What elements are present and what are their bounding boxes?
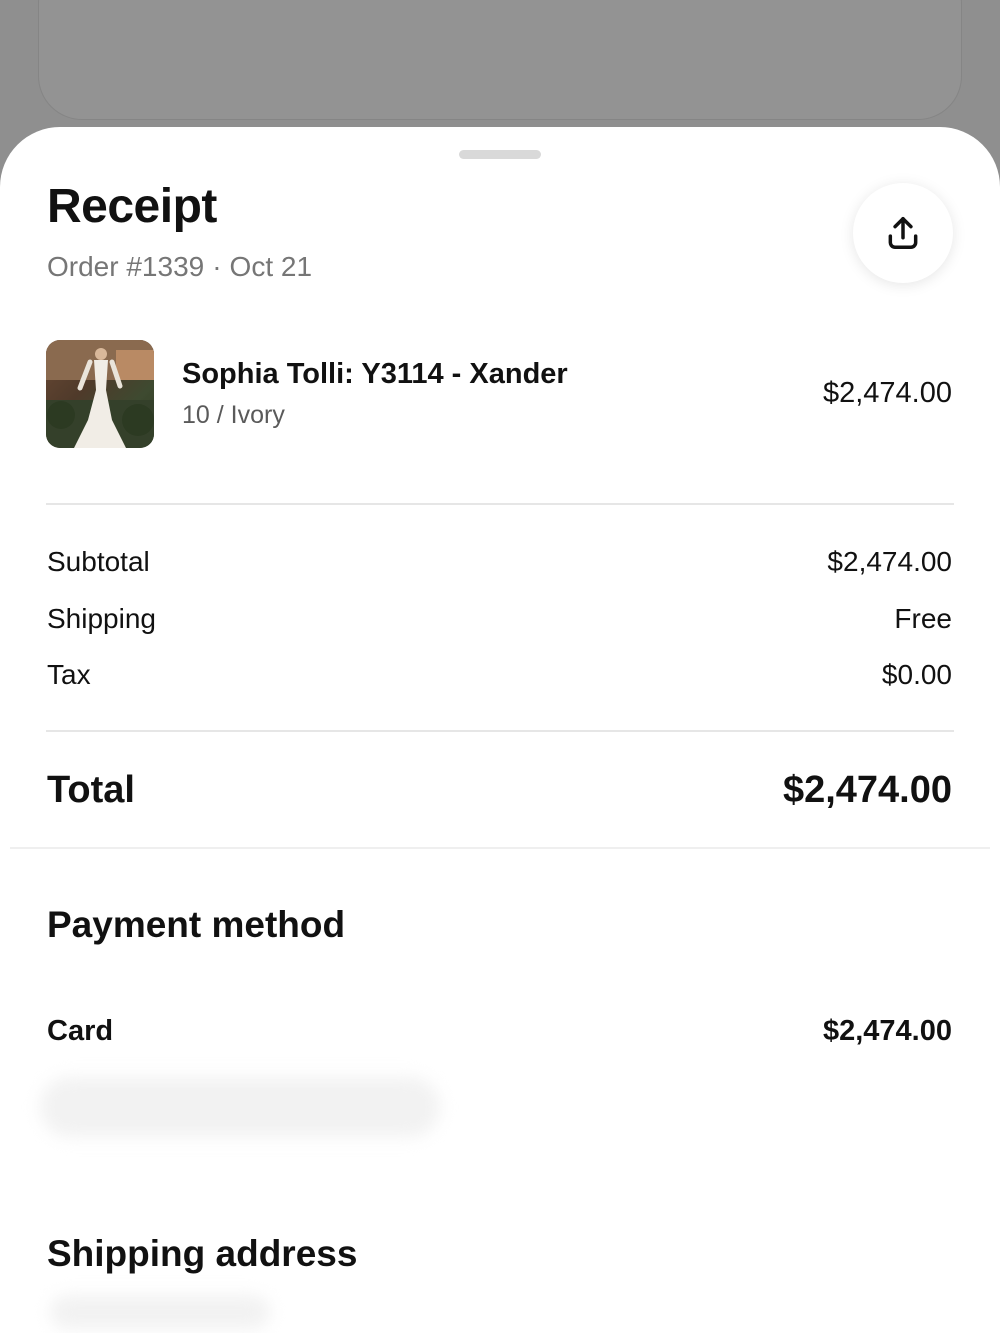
payment-method-title: Payment method	[47, 904, 346, 945]
item-price: $2,474.00	[822, 377, 952, 409]
share-icon	[888, 217, 918, 249]
page-title: Receipt	[47, 180, 217, 233]
subtitle-separator: ·	[212, 251, 222, 282]
share-button[interactable]	[853, 183, 953, 283]
tax-label: Tax	[47, 659, 91, 690]
divider	[46, 730, 954, 732]
item-variant: 10 / Ivory	[182, 401, 285, 429]
background-card	[38, 0, 962, 120]
dress-picture	[46, 340, 154, 448]
total-value: $2,474.00	[782, 769, 952, 811]
card-label: Card	[47, 1015, 114, 1047]
card-value: $2,474.00	[822, 1015, 952, 1047]
product-image[interactable]	[46, 340, 154, 448]
total-label: Total	[47, 769, 135, 811]
section-separator	[10, 847, 990, 849]
item-name: Sophia Tolli: Y3114 - Xander	[182, 358, 568, 390]
redacted-address	[50, 1295, 270, 1329]
tax-value: $0.00	[881, 659, 952, 690]
sheet-grabber[interactable]	[459, 150, 541, 159]
shipping-label: Shipping	[47, 603, 156, 634]
subtotal-value: $2,474.00	[827, 546, 952, 577]
order-subtitle: Order #1339 · Oct 21	[47, 251, 312, 283]
receipt-sheet: Receipt Order #1339 · Oct 21 Sophia Tolli:…	[0, 127, 1000, 1333]
redacted-card-details	[40, 1077, 440, 1137]
order-date: Oct 21	[229, 251, 313, 282]
subtotal-label: Subtotal	[47, 546, 150, 577]
order-number: Order #1339	[47, 251, 205, 282]
shipping-address-title: Shipping address	[47, 1233, 358, 1274]
shipping-value: Free	[894, 603, 952, 634]
divider	[46, 503, 954, 505]
